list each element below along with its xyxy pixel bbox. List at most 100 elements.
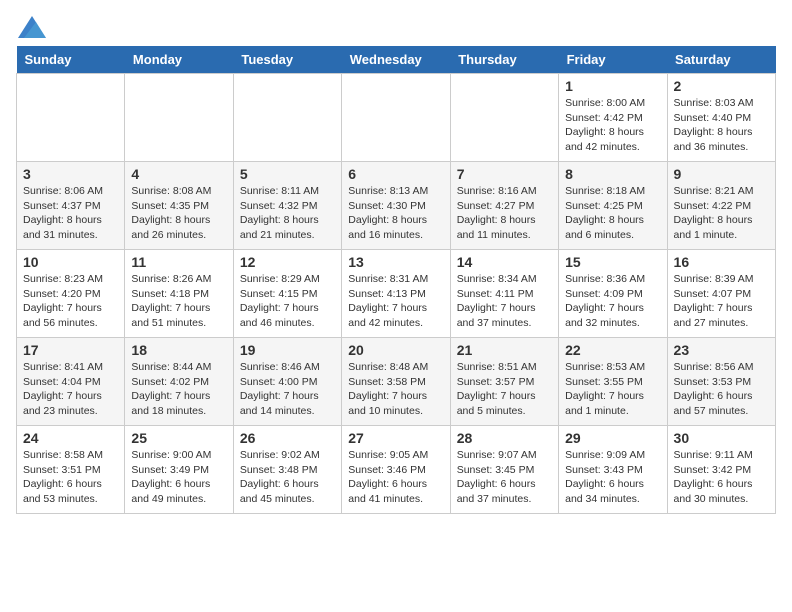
- logo-icon: [18, 16, 46, 38]
- cell-info: Sunrise: 9:05 AM Sunset: 3:46 PM Dayligh…: [348, 448, 443, 507]
- cell-info: Sunrise: 9:11 AM Sunset: 3:42 PM Dayligh…: [674, 448, 769, 507]
- calendar-cell: 27Sunrise: 9:05 AM Sunset: 3:46 PM Dayli…: [342, 426, 450, 514]
- cell-info: Sunrise: 8:13 AM Sunset: 4:30 PM Dayligh…: [348, 184, 443, 243]
- calendar-cell: 5 Sunrise: 8:11 AM Sunset: 4:32 PM Daylig…: [233, 162, 341, 250]
- day-number: 9: [674, 166, 769, 182]
- calendar-cell: 1 Sunrise: 8:00 AM Sunset: 4:42 PM Daylig…: [559, 74, 667, 162]
- day-number: 23: [674, 342, 769, 358]
- calendar-cell: [450, 74, 558, 162]
- cell-info: Sunrise: 8:53 AM Sunset: 3:55 PM Dayligh…: [565, 360, 660, 419]
- day-number: 17: [23, 342, 118, 358]
- cell-info: Sunrise: 8:39 AM Sunset: 4:07 PM Dayligh…: [674, 272, 769, 331]
- cell-info: Sunrise: 8:06 AM Sunset: 4:37 PM Dayligh…: [23, 184, 118, 243]
- cell-info: Sunrise: 8:08 AM Sunset: 4:35 PM Dayligh…: [131, 184, 226, 243]
- day-number: 29: [565, 430, 660, 446]
- calendar-cell: 15 Sunrise: 8:36 AM Sunset: 4:09 PM Dayli…: [559, 250, 667, 338]
- calendar-cell: 17 Sunrise: 8:41 AM Sunset: 4:04 PM Dayli…: [17, 338, 125, 426]
- cell-info: Sunrise: 8:03 AM Sunset: 4:40 PM Dayligh…: [674, 96, 769, 155]
- calendar-cell: 28 Sunrise: 9:07 AM Sunset: 3:45 PM Dayli…: [450, 426, 558, 514]
- calendar-cell: 7 Sunrise: 8:16 AM Sunset: 4:27 PM Daylig…: [450, 162, 558, 250]
- cell-info: Sunrise: 8:26 AM Sunset: 4:18 PM Dayligh…: [131, 272, 226, 331]
- cell-info: Sunrise: 8:34 AM Sunset: 4:11 PM Dayligh…: [457, 272, 552, 331]
- calendar-cell: 24Sunrise: 8:58 AM Sunset: 3:51 PM Dayli…: [17, 426, 125, 514]
- calendar-cell: 18 Sunrise: 8:44 AM Sunset: 4:02 PM Dayli…: [125, 338, 233, 426]
- header-sunday: Sunday: [17, 46, 125, 74]
- cell-info: Sunrise: 8:16 AM Sunset: 4:27 PM Dayligh…: [457, 184, 552, 243]
- cell-info: Sunrise: 8:46 AM Sunset: 4:00 PM Dayligh…: [240, 360, 335, 419]
- calendar-cell: 23Sunrise: 8:56 AM Sunset: 3:53 PM Dayli…: [667, 338, 775, 426]
- calendar-cell: 8 Sunrise: 8:18 AM Sunset: 4:25 PM Daylig…: [559, 162, 667, 250]
- cell-info: Sunrise: 9:02 AM Sunset: 3:48 PM Dayligh…: [240, 448, 335, 507]
- calendar-cell: 30 Sunrise: 9:11 AM Sunset: 3:42 PM Dayli…: [667, 426, 775, 514]
- calendar-cell: 12 Sunrise: 8:29 AM Sunset: 4:15 PM Dayli…: [233, 250, 341, 338]
- calendar-week-4: 17 Sunrise: 8:41 AM Sunset: 4:04 PM Dayli…: [17, 338, 776, 426]
- calendar-week-1: 1 Sunrise: 8:00 AM Sunset: 4:42 PM Daylig…: [17, 74, 776, 162]
- day-number: 4: [131, 166, 226, 182]
- day-number: 24: [23, 430, 118, 446]
- calendar-cell: 6 Sunrise: 8:13 AM Sunset: 4:30 PM Daylig…: [342, 162, 450, 250]
- calendar-header-row: SundayMondayTuesdayWednesdayThursdayFrid…: [17, 46, 776, 74]
- day-number: 8: [565, 166, 660, 182]
- day-number: 25: [131, 430, 226, 446]
- day-number: 12: [240, 254, 335, 270]
- day-number: 2: [674, 78, 769, 94]
- calendar-cell: 22 Sunrise: 8:53 AM Sunset: 3:55 PM Dayli…: [559, 338, 667, 426]
- calendar-week-5: 24Sunrise: 8:58 AM Sunset: 3:51 PM Dayli…: [17, 426, 776, 514]
- calendar-cell: 9 Sunrise: 8:21 AM Sunset: 4:22 PM Daylig…: [667, 162, 775, 250]
- calendar-cell: 14 Sunrise: 8:34 AM Sunset: 4:11 PM Dayli…: [450, 250, 558, 338]
- cell-info: Sunrise: 8:51 AM Sunset: 3:57 PM Dayligh…: [457, 360, 552, 419]
- cell-info: Sunrise: 9:09 AM Sunset: 3:43 PM Dayligh…: [565, 448, 660, 507]
- day-number: 16: [674, 254, 769, 270]
- cell-info: Sunrise: 8:36 AM Sunset: 4:09 PM Dayligh…: [565, 272, 660, 331]
- calendar-week-3: 10 Sunrise: 8:23 AM Sunset: 4:20 PM Dayli…: [17, 250, 776, 338]
- header: [16, 16, 776, 38]
- calendar-cell: 19 Sunrise: 8:46 AM Sunset: 4:00 PM Dayli…: [233, 338, 341, 426]
- header-tuesday: Tuesday: [233, 46, 341, 74]
- calendar-cell: 11 Sunrise: 8:26 AM Sunset: 4:18 PM Dayli…: [125, 250, 233, 338]
- day-number: 19: [240, 342, 335, 358]
- cell-info: Sunrise: 9:07 AM Sunset: 3:45 PM Dayligh…: [457, 448, 552, 507]
- calendar-cell: [342, 74, 450, 162]
- day-number: 7: [457, 166, 552, 182]
- day-number: 22: [565, 342, 660, 358]
- calendar-cell: 3Sunrise: 8:06 AM Sunset: 4:37 PM Daylig…: [17, 162, 125, 250]
- calendar-week-2: 3Sunrise: 8:06 AM Sunset: 4:37 PM Daylig…: [17, 162, 776, 250]
- day-number: 21: [457, 342, 552, 358]
- day-number: 26: [240, 430, 335, 446]
- day-number: 15: [565, 254, 660, 270]
- calendar-cell: 20 Sunrise: 8:48 AM Sunset: 3:58 PM Dayli…: [342, 338, 450, 426]
- calendar-cell: 26 Sunrise: 9:02 AM Sunset: 3:48 PM Dayli…: [233, 426, 341, 514]
- calendar-table: SundayMondayTuesdayWednesdayThursdayFrid…: [16, 46, 776, 514]
- cell-info: Sunrise: 8:29 AM Sunset: 4:15 PM Dayligh…: [240, 272, 335, 331]
- header-monday: Monday: [125, 46, 233, 74]
- cell-info: Sunrise: 8:48 AM Sunset: 3:58 PM Dayligh…: [348, 360, 443, 419]
- cell-info: Sunrise: 8:23 AM Sunset: 4:20 PM Dayligh…: [23, 272, 118, 331]
- day-number: 28: [457, 430, 552, 446]
- calendar-cell: [17, 74, 125, 162]
- cell-info: Sunrise: 8:44 AM Sunset: 4:02 PM Dayligh…: [131, 360, 226, 419]
- calendar-cell: 25 Sunrise: 9:00 AM Sunset: 3:49 PM Dayli…: [125, 426, 233, 514]
- day-number: 20: [348, 342, 443, 358]
- calendar-cell: 10 Sunrise: 8:23 AM Sunset: 4:20 PM Dayli…: [17, 250, 125, 338]
- day-number: 6: [348, 166, 443, 182]
- cell-info: Sunrise: 8:00 AM Sunset: 4:42 PM Dayligh…: [565, 96, 660, 155]
- cell-info: Sunrise: 8:41 AM Sunset: 4:04 PM Dayligh…: [23, 360, 118, 419]
- day-number: 10: [23, 254, 118, 270]
- day-number: 14: [457, 254, 552, 270]
- day-number: 30: [674, 430, 769, 446]
- calendar-cell: 13Sunrise: 8:31 AM Sunset: 4:13 PM Dayli…: [342, 250, 450, 338]
- logo: [16, 16, 46, 38]
- day-number: 11: [131, 254, 226, 270]
- cell-info: Sunrise: 8:18 AM Sunset: 4:25 PM Dayligh…: [565, 184, 660, 243]
- calendar-cell: 2 Sunrise: 8:03 AM Sunset: 4:40 PM Daylig…: [667, 74, 775, 162]
- calendar-cell: [125, 74, 233, 162]
- calendar-cell: 4 Sunrise: 8:08 AM Sunset: 4:35 PM Daylig…: [125, 162, 233, 250]
- day-number: 5: [240, 166, 335, 182]
- day-number: 1: [565, 78, 660, 94]
- day-number: 18: [131, 342, 226, 358]
- cell-info: Sunrise: 8:21 AM Sunset: 4:22 PM Dayligh…: [674, 184, 769, 243]
- cell-info: Sunrise: 8:11 AM Sunset: 4:32 PM Dayligh…: [240, 184, 335, 243]
- calendar-cell: 29 Sunrise: 9:09 AM Sunset: 3:43 PM Dayli…: [559, 426, 667, 514]
- cell-info: Sunrise: 9:00 AM Sunset: 3:49 PM Dayligh…: [131, 448, 226, 507]
- header-friday: Friday: [559, 46, 667, 74]
